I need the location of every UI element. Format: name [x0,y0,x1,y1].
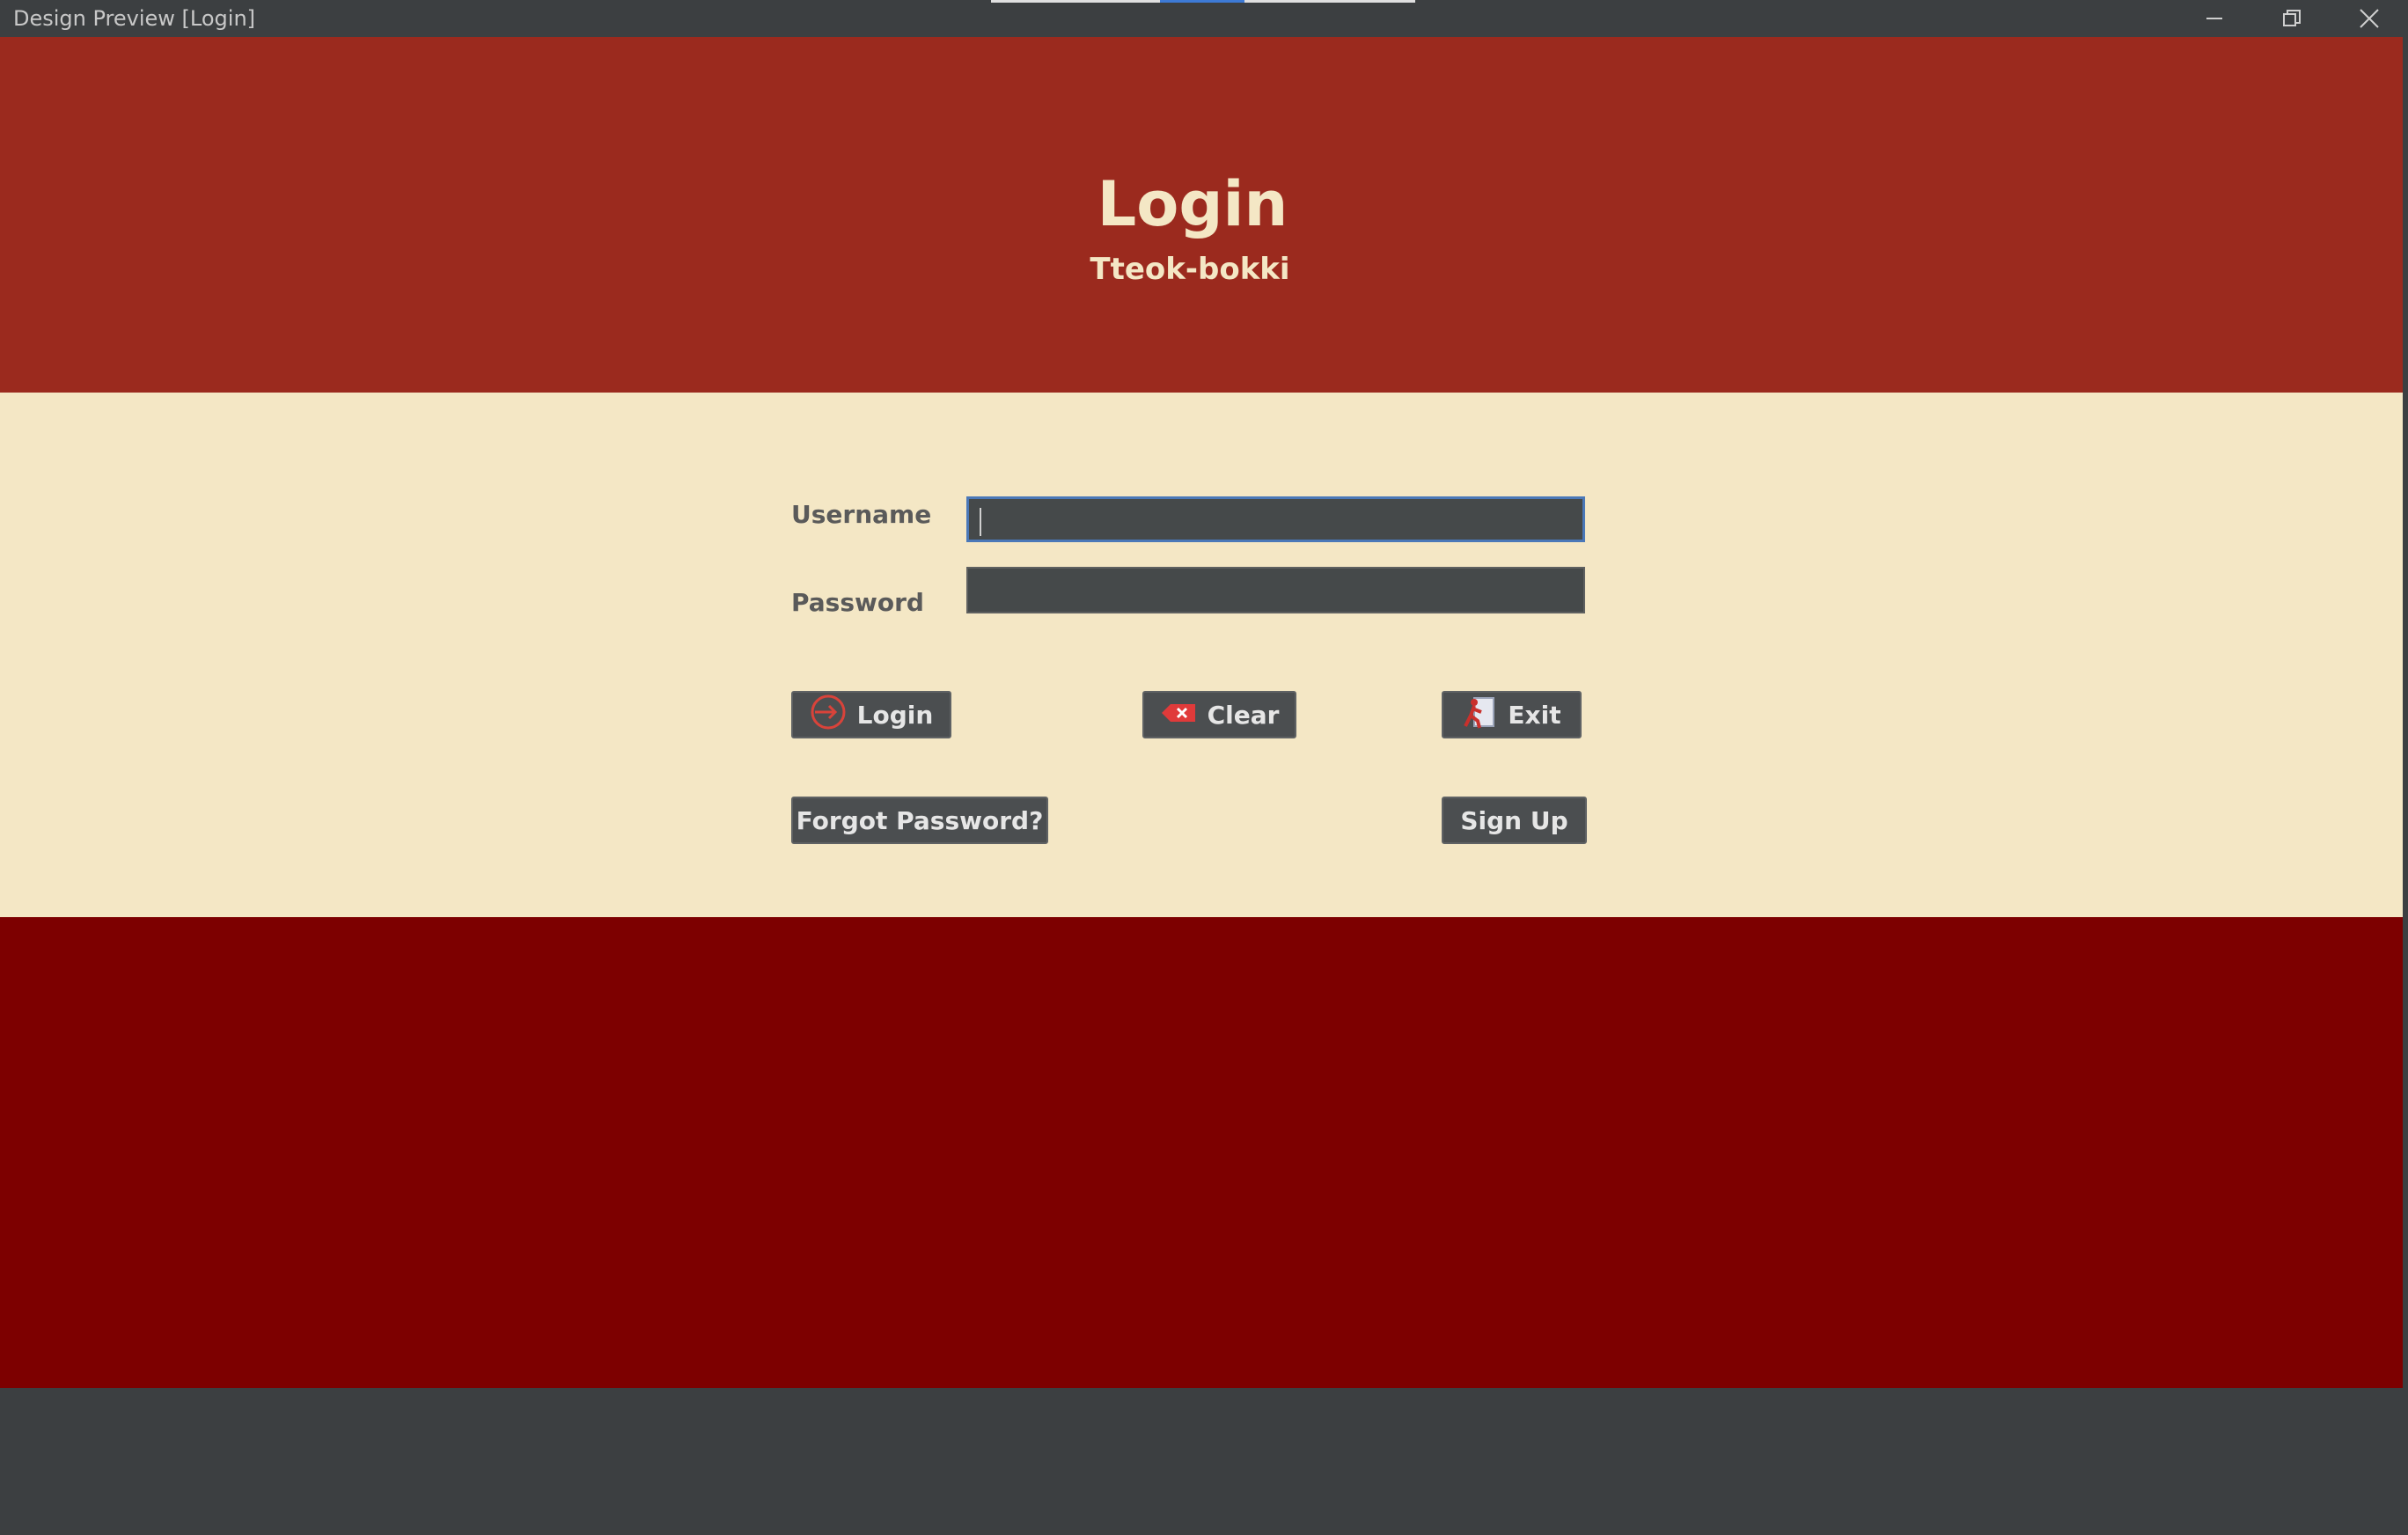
window-titlebar: Design Preview [Login] [0,0,2408,37]
password-label: Password [791,588,924,617]
exit-button-label: Exit [1508,700,1561,730]
tab-indicator [1244,0,1415,3]
window-title: Design Preview [Login] [13,6,256,31]
restore-icon [2283,10,2301,26]
clear-button-label: Clear [1207,700,1280,730]
restore-button[interactable] [2257,0,2327,37]
minimize-icon [2206,18,2222,19]
forgot-password-label: Forgot Password? [796,805,1044,835]
login-window: Login Tteok-bokki Username Password Logi… [0,37,2403,1388]
username-label: Username [791,500,932,529]
sign-up-label: Sign Up [1460,805,1568,835]
text-caret [980,508,981,536]
tab-indicator [991,0,1160,3]
password-field[interactable] [966,567,1585,613]
page-subtitle: Tteok-bokki [1090,252,1290,287]
sign-up-button[interactable]: Sign Up [1442,797,1587,844]
tab-indicator-active [1160,0,1244,3]
close-icon [2360,9,2379,28]
window-edge [2403,37,2408,1388]
clear-icon [1160,701,1197,730]
header-panel: Login Tteok-bokki [0,37,2403,393]
clear-button[interactable]: Clear [1142,691,1296,738]
login-icon [810,694,847,737]
minimize-button[interactable] [2179,0,2250,37]
login-form: Username Password Login Clear Exit Forgo… [0,393,2403,917]
forgot-password-button[interactable]: Forgot Password? [791,797,1048,844]
footer-panel [0,917,2403,1388]
username-field[interactable] [966,496,1585,542]
login-button[interactable]: Login [791,691,951,738]
exit-button[interactable]: Exit [1442,691,1582,738]
exit-icon [1462,694,1497,736]
page-title: Login [1097,168,1288,240]
close-button[interactable] [2334,0,2404,37]
login-button-label: Login [856,700,934,730]
